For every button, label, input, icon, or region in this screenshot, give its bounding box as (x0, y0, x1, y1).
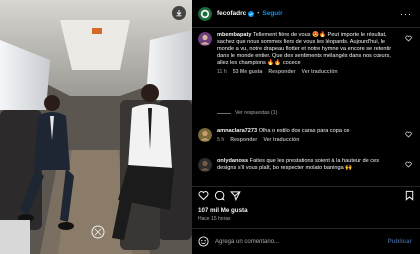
post-header: fecofadrc • Seguir ··· (192, 0, 420, 28)
author-username[interactable]: fecofadrc (217, 10, 246, 17)
post-side-panel: fecofadrc • Seguir ··· mbembapaty Tellem… (192, 0, 420, 254)
comment-item: onlydanoss Faites que les prestations so… (198, 158, 412, 172)
commenter-avatar[interactable] (198, 158, 212, 172)
comment-likes[interactable]: 53 Me gusta (233, 69, 263, 75)
share-icon[interactable] (230, 190, 241, 201)
add-comment-bar: Publicar (192, 228, 420, 254)
comment-body: onlydanoss Faites que les prestations so… (217, 158, 398, 172)
view-replies-label: Ver respuestas (1) (235, 110, 278, 116)
comment-meta: 5 h Responder Ver traducción (217, 137, 412, 143)
comment-username[interactable]: mbembapaty (217, 32, 252, 38)
airplane-cabin-photo (0, 0, 192, 254)
action-bar (192, 186, 420, 202)
comment-body: amnaclara7273 Olha o estilo dos caras pa… (217, 128, 398, 135)
comment-input[interactable] (215, 238, 388, 245)
download-icon (176, 10, 182, 17)
commenter-avatar[interactable] (198, 128, 212, 142)
view-replies-button[interactable]: Ver respuestas (1) (217, 110, 277, 116)
publish-button[interactable]: Publicar (388, 238, 412, 245)
translate-button[interactable]: Ver traducción (302, 69, 338, 75)
post-timestamp: Hace 15 horas (198, 216, 231, 222)
comment-body: mbembapaty Tellement fière de vous 😍🔥 Pe… (217, 32, 398, 67)
heart-icon[interactable] (405, 35, 412, 42)
replies-line (217, 112, 231, 114)
post-photo[interactable] (0, 0, 192, 254)
comment-item: mbembapaty Tellement fière de vous 😍🔥 Pe… (198, 32, 412, 75)
comment-username[interactable]: onlydanoss (217, 158, 248, 164)
comment-text: Olha o estilo dos caras para copa ce (258, 128, 350, 134)
more-options-button[interactable]: ··· (400, 9, 412, 19)
emoji-icon[interactable] (198, 236, 209, 247)
download-button[interactable] (172, 6, 186, 20)
separator-dot: • (257, 10, 260, 17)
heart-icon[interactable] (405, 131, 412, 138)
comments-list: mbembapaty Tellement fière de vous 😍🔥 Pe… (192, 28, 420, 186)
likes-count[interactable]: 107 mil Me gusta (198, 207, 248, 214)
commenter-avatar[interactable] (198, 32, 212, 46)
comment-username[interactable]: amnaclara7273 (217, 128, 257, 134)
heart-icon[interactable] (405, 161, 412, 168)
comment-icon[interactable] (214, 190, 225, 201)
translate-button[interactable]: Ver traducción (263, 137, 299, 143)
reply-button[interactable]: Responder (268, 69, 295, 75)
comment-meta: 11 h 53 Me gusta Responder Ver traducció… (217, 69, 412, 75)
instagram-post: fecofadrc • Seguir ··· mbembapaty Tellem… (0, 0, 420, 254)
author-avatar[interactable] (198, 6, 212, 21)
comment-time: 11 h (217, 69, 227, 75)
verified-icon (248, 10, 255, 17)
heart-icon[interactable] (198, 190, 209, 201)
bookmark-icon[interactable] (404, 190, 415, 201)
follow-button[interactable]: Seguir (262, 10, 282, 17)
comment-item: amnaclara7273 Olha o estilo dos caras pa… (198, 128, 412, 143)
reply-button[interactable]: Responder (230, 137, 257, 143)
comment-time: 5 h (217, 137, 225, 143)
